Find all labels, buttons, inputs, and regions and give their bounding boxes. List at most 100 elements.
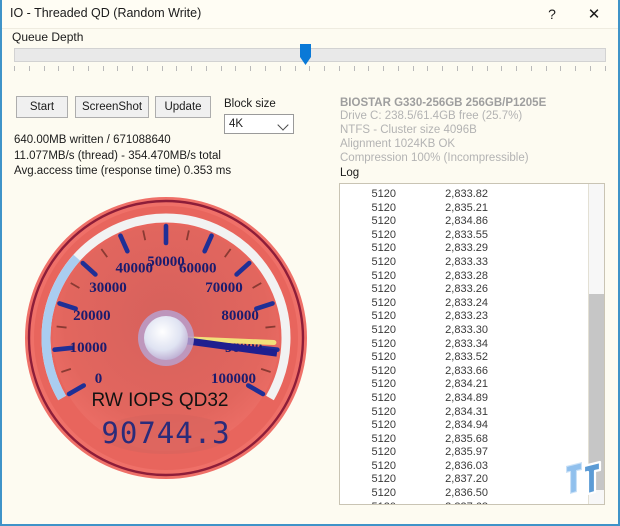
slider-tick xyxy=(28,66,30,71)
gauge-minor-tick xyxy=(56,325,67,329)
log-row: 5120 2,833.55 xyxy=(340,229,586,243)
gauge-svg: 0100002000030000400005000060000700008000… xyxy=(25,197,307,479)
drive-model: BIOSTAR G330-256GB 256GB/P1205E xyxy=(340,97,547,109)
log-row: 5120 2,834.21 xyxy=(340,378,586,392)
log-row-value: 2,833.66 xyxy=(445,364,488,377)
slider-tick xyxy=(353,66,355,71)
log-row-size: 5120 xyxy=(371,432,396,445)
slider-tick xyxy=(471,66,473,71)
log-row-value: 2,835.97 xyxy=(445,446,488,459)
slider-tick xyxy=(412,66,414,71)
close-button[interactable]: ✕ xyxy=(574,0,614,28)
log-row-size: 5120 xyxy=(371,459,396,472)
slider-tick xyxy=(73,66,75,71)
log-row: 5120 2,833.28 xyxy=(340,270,586,284)
log-row-value: 2,834.89 xyxy=(445,391,488,404)
gauge-tick-label: 80000 xyxy=(221,308,259,324)
log-row-value: 2,837.20 xyxy=(445,473,488,486)
slider-tick xyxy=(589,66,591,71)
slider-tick xyxy=(575,66,577,71)
chevron-up-icon[interactable]: chevron-up-icon xyxy=(589,184,604,200)
slider-tick xyxy=(161,66,163,71)
help-button[interactable]: ? xyxy=(532,0,572,28)
title-bar: IO - Threaded QD (Random Write) ? ✕ xyxy=(2,0,618,29)
tweaktown-logo xyxy=(558,452,614,508)
log-row-size: 5120 xyxy=(371,269,396,282)
slider-tick xyxy=(368,66,370,71)
log-row: 5120 2,833.66 xyxy=(340,365,586,379)
log-row-size: 5120 xyxy=(371,283,396,296)
queue-depth-slider[interactable] xyxy=(14,44,606,76)
log-row-value: 2,833.30 xyxy=(445,323,488,336)
log-row-size: 5120 xyxy=(371,351,396,364)
log-row: 5120 2,833.33 xyxy=(340,256,586,270)
log-row-size: 5120 xyxy=(371,378,396,391)
log-row: 5120 2,835.97 xyxy=(340,446,586,460)
log-row-value: 2,833.33 xyxy=(445,255,488,268)
app-window: IO - Threaded QD (Random Write) ? ✕ Queu… xyxy=(0,0,620,526)
log-row-size: 5120 xyxy=(371,364,396,377)
slider-tick xyxy=(146,66,148,71)
log-row-value: 2,833.28 xyxy=(445,269,488,282)
log-row: 5120 2,833.24 xyxy=(340,297,586,311)
log-row-size: 5120 xyxy=(371,391,396,404)
log-row-size: 5120 xyxy=(371,310,396,323)
slider-tick xyxy=(545,66,547,71)
drive-info: BIOSTAR G330-256GB 256GB/P1205E Drive C:… xyxy=(340,97,546,165)
gauge-tick-label: 60000 xyxy=(179,261,217,277)
slider-tick xyxy=(530,66,532,71)
screenshot-button[interactable]: ScreenShot xyxy=(75,96,149,118)
log-row-value: 2,836.03 xyxy=(445,459,488,472)
chevron-down-icon xyxy=(277,119,289,131)
log-row: 51202,837.68 xyxy=(340,501,586,504)
slider-tick xyxy=(442,66,444,71)
log-row-value: 2,835.21 xyxy=(445,201,488,214)
stats-block: 640.00MB written / 671088640 11.077MB/s … xyxy=(14,133,231,180)
log-row-value: 2,833.26 xyxy=(445,283,488,296)
log-row-size: 5120 xyxy=(340,501,396,504)
log-row: 5120 2,833.34 xyxy=(340,338,586,352)
log-row-value: 2,833.29 xyxy=(445,242,488,255)
drive-alignment: Alignment 1024KB OK xyxy=(340,138,456,150)
slider-tick xyxy=(205,66,207,71)
slider-tick xyxy=(294,66,296,71)
slider-tick xyxy=(176,66,178,71)
log-row-size: 5120 xyxy=(371,487,396,500)
log-row-value: 2,833.52 xyxy=(445,351,488,364)
start-button[interactable]: Start xyxy=(16,96,68,118)
window-title: IO - Threaded QD (Random Write) xyxy=(10,6,202,20)
log-row: 5120 2,833.23 xyxy=(340,310,586,324)
log-row-value: 2,833.34 xyxy=(445,337,488,350)
log-row-value: 2,834.21 xyxy=(445,378,488,391)
log-row: 5120 2,833.26 xyxy=(340,283,586,297)
log-row-value: 2,834.86 xyxy=(445,215,488,228)
slider-tick xyxy=(235,66,237,71)
slider-tick xyxy=(516,66,518,71)
slider-tick xyxy=(102,66,104,71)
gauge-minor-tick xyxy=(265,325,276,329)
slider-tick xyxy=(501,66,503,71)
log-row: 5120 2,834.94 xyxy=(340,419,586,433)
log-row-size: 5120 xyxy=(371,405,396,418)
log-row-size: 5120 xyxy=(371,242,396,255)
slider-tick xyxy=(324,66,326,71)
log-row: 5120 2,834.86 xyxy=(340,215,586,229)
slider-tick xyxy=(560,66,562,71)
slider-ticks xyxy=(14,66,606,73)
log-rows: 5120 2,833.82 5120 2,835.21 5120 2,834.86 5120… xyxy=(340,188,586,504)
slider-tick xyxy=(58,66,60,71)
slider-tick xyxy=(397,66,399,71)
drive-compression: Compression 100% (Incompressible) xyxy=(340,152,529,164)
block-size-value: 4K xyxy=(229,118,244,130)
log-row: 5120 2,836.50 xyxy=(340,487,586,501)
slider-tick xyxy=(265,66,267,71)
stats-throughput: 11.077MB/s (thread) - 354.470MB/s total xyxy=(14,149,221,162)
slider-tick xyxy=(191,66,193,71)
slider-tick xyxy=(338,66,340,71)
gauge-readout: 90744.3 xyxy=(101,416,230,450)
log-row: 5120 2,837.20 xyxy=(340,473,586,487)
log-row-value: 2,833.24 xyxy=(445,296,488,309)
log-row: 5120 2,835.21 xyxy=(340,202,586,216)
block-size-select[interactable]: 4K xyxy=(224,114,294,134)
update-button[interactable]: Update xyxy=(155,96,211,118)
